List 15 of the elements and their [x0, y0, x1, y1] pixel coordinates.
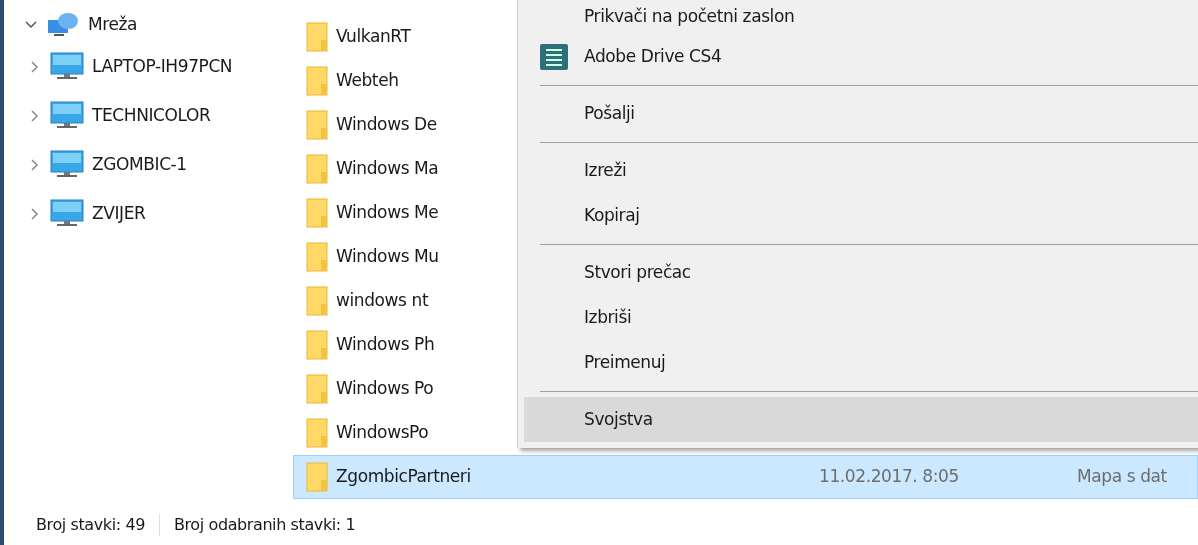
item-count: Broj stavki: 49 [36, 514, 145, 536]
file-name: Webteh [336, 69, 400, 93]
file-type: Mapa s dat [1077, 465, 1168, 489]
file-name: Windows Po [336, 377, 435, 401]
file-name: Windows Me [336, 201, 440, 225]
file-name: Windows Mu [336, 245, 440, 269]
file-name: Windows De [336, 113, 438, 137]
file-name: Windows Ma [336, 157, 440, 181]
selected-count: Broj odabranih stavki: 1 [173, 514, 356, 536]
file-name: Windows Ph [336, 333, 436, 357]
file-name: ZgombicPartneri [336, 465, 472, 489]
file-name: VulkanRT [336, 25, 412, 49]
file-date: 11.02.2017. 8:05 [818, 465, 960, 489]
file-name: windows nt [336, 289, 430, 313]
file-name: WindowsPo [336, 421, 430, 445]
